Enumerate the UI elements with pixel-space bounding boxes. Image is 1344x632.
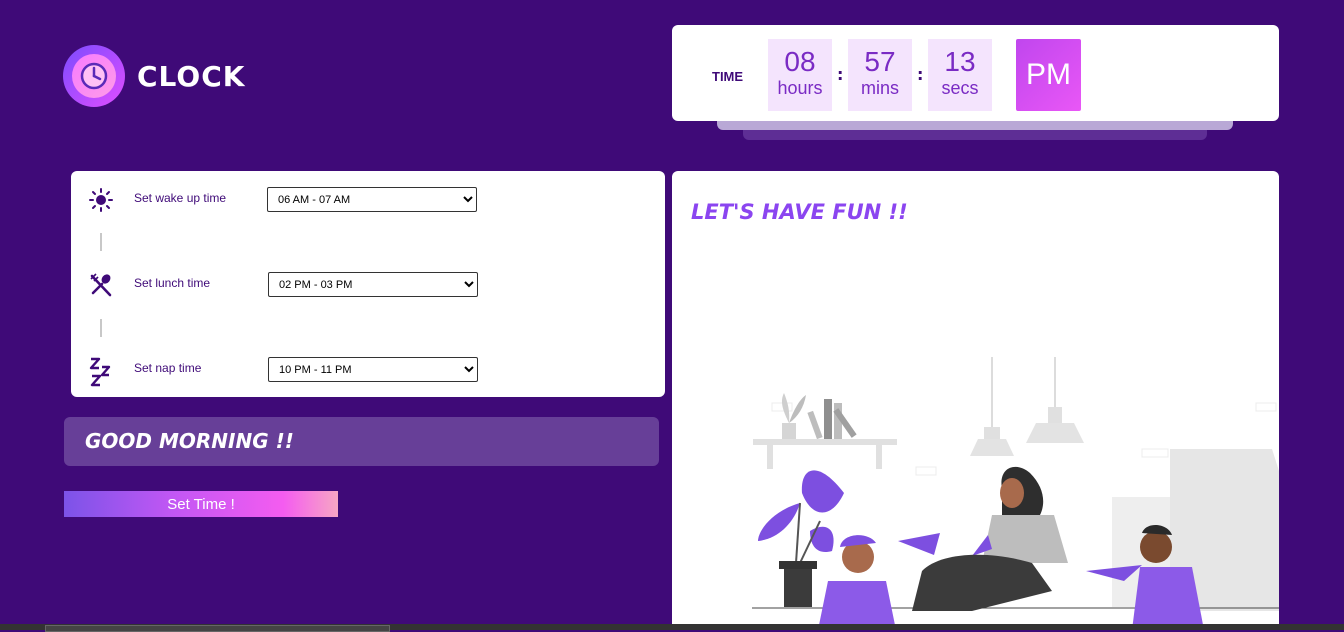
time-separator: : xyxy=(917,65,924,84)
sun-icon xyxy=(88,187,114,213)
mins-box: 57 mins xyxy=(848,39,912,111)
logo-text: CLOCK xyxy=(137,59,246,93)
secs-box: 13 secs xyxy=(928,39,992,111)
wake-label: Set wake up time xyxy=(134,191,227,205)
secs-unit: secs xyxy=(941,78,979,98)
app-logo: CLOCK xyxy=(63,45,245,107)
hours-unit: hours xyxy=(777,78,823,98)
nap-row: Set nap time 10 PM - 11 PM xyxy=(71,357,665,387)
lunch-time-select[interactable]: 02 PM - 03 PM xyxy=(268,272,478,297)
clock-icon xyxy=(63,45,125,107)
schedule-card: Set wake up time 06 AM - 07 AM Set lunch… xyxy=(71,171,665,397)
greeting-banner: GOOD MORNING !! xyxy=(64,417,659,466)
lunch-row: Set lunch time 02 PM - 03 PM xyxy=(71,272,665,302)
lunch-label: Set lunch time xyxy=(134,276,211,290)
taskbar-item xyxy=(45,625,390,632)
hours-box: 08 hours xyxy=(768,39,832,111)
mins-value: 57 xyxy=(864,46,896,77)
time-label: TIME xyxy=(712,69,744,84)
fun-card: LET'S HAVE FUN !! xyxy=(672,171,1279,630)
period-indicator: PM xyxy=(1016,39,1081,111)
clock-display: TIME 08 hours : 57 mins : 13 secs PM xyxy=(672,25,1279,121)
set-time-button[interactable]: Set Time ! xyxy=(64,491,338,517)
utensils-icon xyxy=(88,272,114,298)
nap-time-select[interactable]: 10 PM - 11 PM xyxy=(268,357,478,382)
family-illustration xyxy=(752,357,1279,630)
wake-row: Set wake up time 06 AM - 07 AM xyxy=(71,187,665,217)
wake-time-select[interactable]: 06 AM - 07 AM xyxy=(267,187,477,212)
zzz-icon xyxy=(88,357,114,387)
hours-value: 08 xyxy=(784,46,816,77)
divider xyxy=(100,319,102,337)
greeting-text: GOOD MORNING !! xyxy=(85,429,294,453)
divider xyxy=(100,233,102,251)
nap-label: Set nap time xyxy=(134,361,202,375)
mins-unit: mins xyxy=(860,78,899,98)
time-separator: : xyxy=(837,65,844,84)
secs-value: 13 xyxy=(944,46,976,77)
